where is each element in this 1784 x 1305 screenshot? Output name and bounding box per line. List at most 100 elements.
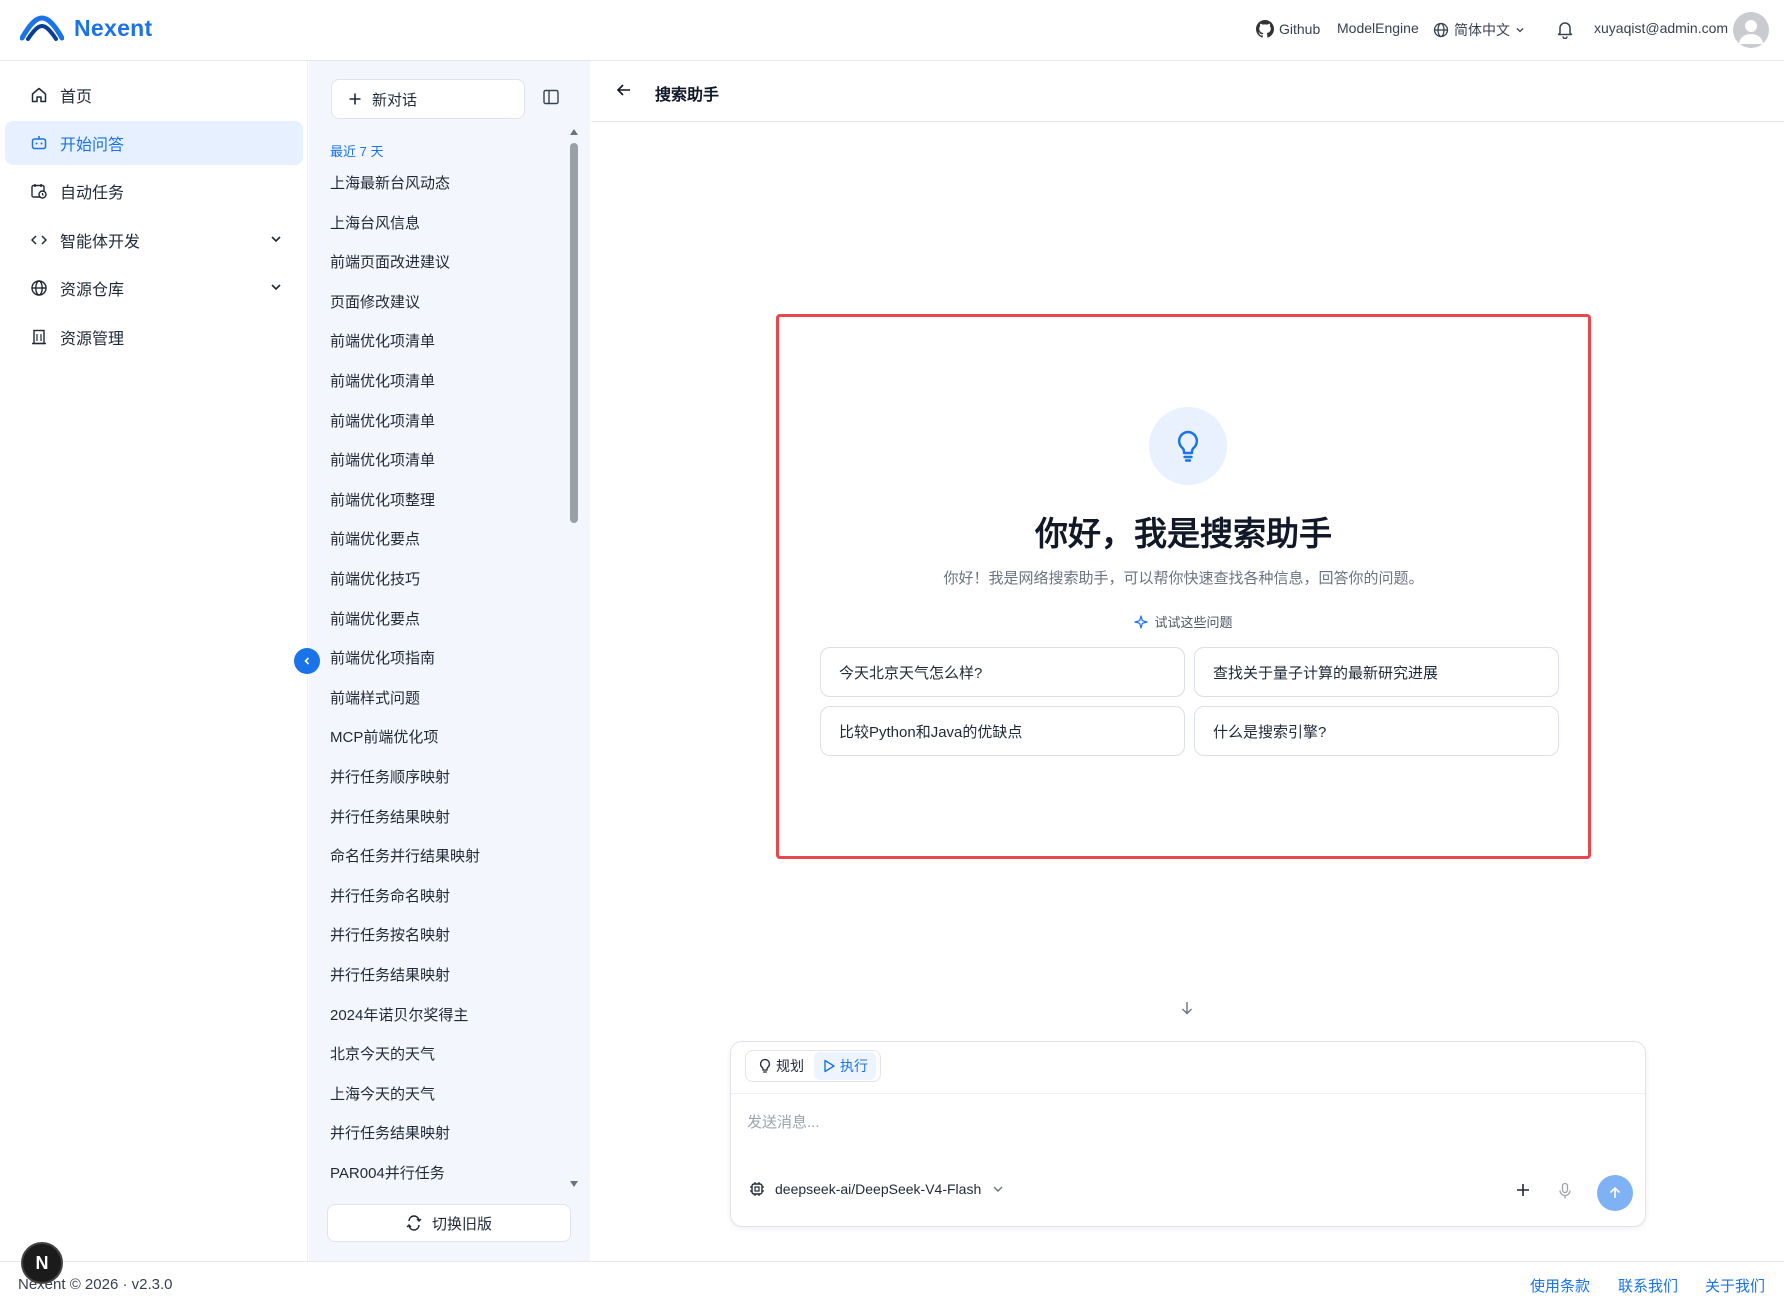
conversation-item[interactable]: 上海台风信息 (330, 212, 420, 233)
conversation-item[interactable]: 前端优化项清单 (330, 410, 435, 431)
github-label: Github (1279, 21, 1321, 37)
scroll-to-bottom-icon[interactable] (1179, 1000, 1195, 1016)
plan-mode-label: 规划 (776, 1058, 804, 1074)
model-name: deepseek-ai/DeepSeek-V4-Flash (775, 1181, 982, 1197)
conversation-item[interactable]: 前端优化项清单 (330, 330, 435, 351)
page-footer: Nexent © 2026 · v2.3.0 使用条款 联系我们 关于我们 (0, 1261, 1784, 1305)
plus-icon (1517, 1184, 1529, 1196)
chip-icon (750, 1182, 764, 1196)
model-selector[interactable]: deepseek-ai/DeepSeek-V4-Flash (749, 1181, 1005, 1197)
conversation-item[interactable]: 并行任务结果映射 (330, 806, 450, 827)
conversation-item[interactable]: 2024年诺贝尔奖得主 (330, 1004, 468, 1025)
lightbulb-icon (760, 1058, 770, 1073)
conversation-item[interactable]: 并行任务顺序映射 (330, 766, 450, 787)
language-label: 简体中文 (1454, 22, 1510, 38)
building-icon (32, 329, 46, 345)
nav-item-start-qa[interactable]: 开始问答 (5, 121, 303, 165)
terms-link[interactable]: 使用条款 (1530, 1275, 1590, 1296)
user-email-text: xuyaqist@admin.com (1594, 20, 1729, 36)
contact-link[interactable]: 联系我们 (1618, 1275, 1678, 1296)
scroll-up-arrow-icon[interactable] (570, 128, 578, 136)
nav-item-auto-tasks[interactable]: 自动任务 (5, 169, 303, 213)
nav-label: 资源管理 (60, 331, 125, 348)
user-email[interactable]: xuyaqist@admin.com (1594, 20, 1728, 36)
conversation-item[interactable]: 前端样式问题 (330, 687, 420, 708)
message-composer: 规划 执行 deepseek-ai/DeepSeek-V4-Flash (730, 1041, 1646, 1227)
scrollbar-thumb[interactable] (570, 143, 578, 523)
suggestion-card[interactable]: 什么是搜索引擎? (1194, 706, 1559, 756)
conversation-item[interactable]: 北京今天的天气 (330, 1043, 435, 1064)
send-button[interactable] (1597, 1175, 1633, 1211)
notification-button[interactable] (1556, 19, 1574, 39)
conversation-item[interactable]: 并行任务命名映射 (330, 885, 450, 906)
language-select[interactable]: 简体中文 (1433, 20, 1525, 40)
github-icon (1256, 20, 1274, 38)
suggestion-card[interactable]: 比较Python和Java的优缺点 (820, 706, 1185, 756)
suggestion-card[interactable]: 今天北京天气怎么样? (820, 647, 1185, 697)
globe-icon (1433, 22, 1449, 38)
conversation-item[interactable]: 前端优化要点 (330, 528, 420, 549)
chevron-down-icon (271, 236, 281, 243)
microphone-icon (1559, 1182, 1571, 1199)
lightbulb-icon (1177, 430, 1199, 462)
conversation-item[interactable]: PAR004并行任务 (330, 1162, 445, 1183)
conversation-item[interactable]: 上海最新台风动态 (330, 172, 450, 193)
avatar[interactable] (1733, 12, 1769, 48)
conversation-item[interactable]: MCP前端优化项 (330, 726, 438, 747)
refresh-icon (406, 1215, 422, 1231)
conversation-item[interactable]: 前端优化项清单 (330, 449, 435, 470)
conversation-item[interactable]: 页面修改建议 (330, 291, 420, 312)
suggestion-card[interactable]: 查找关于量子计算的最新研究进展 (1194, 647, 1559, 697)
new-chat-label: 新对话 (372, 91, 418, 109)
new-chat-button[interactable]: 新对话 (331, 79, 525, 119)
nav-item-agent-dev[interactable]: 智能体开发 (5, 218, 303, 262)
bell-icon (1557, 22, 1573, 39)
conversation-item[interactable]: 并行任务结果映射 (330, 1122, 450, 1143)
switch-old-version-button[interactable]: 切换旧版 (327, 1204, 571, 1242)
collapse-sidebar-button[interactable] (294, 648, 320, 674)
modelengine-link[interactable]: ModelEngine (1337, 20, 1419, 36)
nexent-logo-icon (20, 15, 64, 41)
robot-icon (31, 136, 47, 150)
nav-item-home[interactable]: 首页 (5, 73, 303, 117)
conversation-item[interactable]: 前端优化技巧 (330, 568, 420, 589)
sparkle-icon (1134, 614, 1149, 629)
chevron-down-icon (271, 284, 281, 291)
nav-item-resource-repo[interactable]: 资源仓库 (5, 266, 303, 310)
execute-mode-button[interactable]: 执行 (814, 1052, 876, 1080)
try-questions-label: 试试这些问题 (779, 612, 1588, 631)
message-input[interactable] (747, 1108, 1627, 1136)
nav-label: 智能体开发 (60, 234, 141, 251)
back-arrow-icon[interactable] (615, 81, 633, 99)
execute-mode-label: 执行 (840, 1058, 868, 1074)
chevron-down-icon (1516, 28, 1524, 33)
github-link[interactable]: Github (1256, 20, 1320, 38)
voice-input-button[interactable] (1557, 1182, 1573, 1200)
conversation-item[interactable]: 前端优化项指南 (330, 647, 435, 668)
plan-mode-button[interactable]: 规划 (750, 1052, 812, 1080)
conversation-item[interactable]: 前端优化项清单 (330, 370, 435, 391)
user-icon (1739, 20, 1763, 44)
conversation-item[interactable]: 并行任务结果映射 (330, 964, 450, 985)
conversation-item[interactable]: 前端优化要点 (330, 608, 420, 629)
conversation-item[interactable]: 前端优化项整理 (330, 489, 435, 510)
conversation-item[interactable]: 命名任务并行结果映射 (330, 845, 480, 866)
nav-item-resource-mgmt[interactable]: 资源管理 (5, 315, 303, 359)
add-attachment-button[interactable] (1515, 1182, 1531, 1198)
agent-title: 搜索助手 (655, 87, 720, 104)
dev-tools-badge[interactable]: N (21, 1242, 63, 1284)
conversation-item[interactable]: 上海今天的天气 (330, 1083, 435, 1104)
welcome-panel: 你好，我是搜索助手 你好！我是网络搜索助手，可以帮你快速查找各种信息，回答你的问… (776, 314, 1591, 859)
mode-switch: 规划 执行 (745, 1050, 881, 1082)
chat-topbar: 搜索助手 (591, 61, 1784, 122)
scroll-down-arrow-icon[interactable] (570, 1180, 578, 1188)
brand-logo[interactable]: Nexent (20, 14, 153, 42)
sidebar-toggle-button[interactable] (542, 88, 560, 106)
modelengine-label: ModelEngine (1337, 20, 1419, 36)
composer-divider (731, 1093, 1645, 1094)
recent-section-label: 最近 7 天 (330, 144, 384, 159)
conversation-item[interactable]: 前端页面改进建议 (330, 251, 450, 272)
conversation-item[interactable]: 并行任务按名映射 (330, 924, 450, 945)
welcome-subtitle: 你好！我是网络搜索助手，可以帮你快速查找各种信息，回答你的问题。 (943, 570, 1424, 587)
about-link[interactable]: 关于我们 (1705, 1275, 1765, 1296)
